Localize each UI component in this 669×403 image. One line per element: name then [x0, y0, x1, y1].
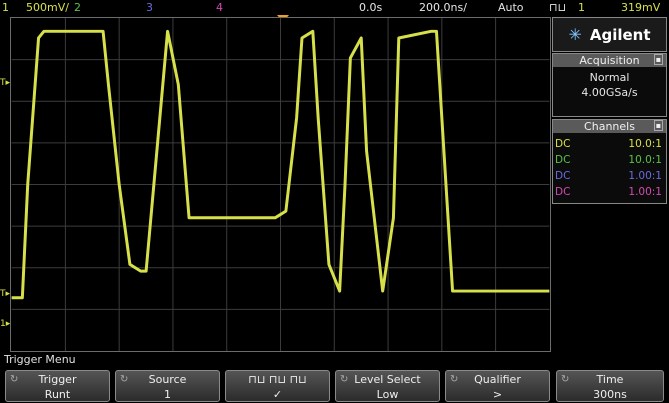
acquisition-mode: Normal — [589, 71, 630, 84]
trigger-type-softkey[interactable]: ↻ Trigger Runt — [5, 370, 110, 402]
channel-row[interactable]: DC 1.00:1 — [553, 184, 666, 200]
waveform-display[interactable] — [10, 17, 551, 352]
channel-row[interactable]: DC 10.0:1 — [553, 136, 666, 152]
status-bar: 1 500mV/ 2 3 4 0.0s 200.0ns/ Auto ⊓⊔ 1 3… — [0, 0, 669, 16]
trigger-low-marker[interactable]: T▸ — [0, 289, 10, 299]
channel-row[interactable]: DC 10.0:1 — [553, 152, 666, 168]
ch3-number[interactable]: 3 — [146, 0, 153, 16]
channels-header: Channels ▪ — [553, 120, 666, 133]
ch4-number[interactable]: 4 — [216, 0, 223, 16]
source-softkey[interactable]: ↻ Source 1 — [115, 370, 220, 402]
time-softkey[interactable]: ↻ Time 300ns — [556, 370, 664, 402]
trigger-high-marker[interactable]: T▸ — [0, 78, 10, 88]
acquisition-header: Acquisition ▪ — [553, 54, 666, 67]
trigger-mode[interactable]: Auto — [498, 0, 524, 16]
time-scale[interactable]: 200.0ns/ — [419, 0, 467, 16]
sample-rate: 4.00GSa/s — [581, 86, 638, 99]
polarity-softkey[interactable]: ⊓⊔ ⊓⊔ ⊓⊔ ✓ — [225, 370, 330, 402]
ch1-number[interactable]: 1 — [2, 0, 9, 16]
ch1-scale[interactable]: 500mV/ — [26, 0, 69, 16]
channels-panel: Channels ▪ DC 10.0:1 DC 10.0:1 DC 1.00:1 DC… — [552, 119, 667, 204]
ch2-number[interactable]: 2 — [74, 0, 81, 16]
trigger-type-icon: ⊓⊔ — [549, 1, 567, 14]
expand-icon[interactable]: ▪ — [654, 120, 663, 131]
graticule — [11, 18, 550, 351]
trigger-level[interactable]: 319mV — [621, 0, 660, 16]
softkey-bar: ↻ Trigger Runt ↻ Source 1 ⊓⊔ ⊓⊔ ⊓⊔ ✓ ↻ L… — [0, 368, 669, 403]
time-position[interactable]: 0.0s — [359, 0, 382, 16]
level-select-softkey[interactable]: ↻ Level Select Low — [335, 370, 440, 402]
trigger-source: 1 — [578, 1, 585, 14]
logo-text: Agilent — [589, 25, 651, 44]
acquisition-panel: Acquisition ▪ Normal 4.00GSa/s — [552, 53, 667, 117]
agilent-spark-icon: ✳ — [568, 25, 582, 44]
expand-icon[interactable]: ▪ — [654, 54, 663, 65]
menu-title: Trigger Menu — [4, 353, 76, 366]
channel-row[interactable]: DC 1.00:1 — [553, 168, 666, 184]
agilent-logo: ✳ Agilent — [552, 17, 667, 52]
ch1-ground-marker[interactable]: 1▸ — [0, 319, 10, 329]
qualifier-softkey[interactable]: ↻ Qualifier > — [445, 370, 550, 402]
